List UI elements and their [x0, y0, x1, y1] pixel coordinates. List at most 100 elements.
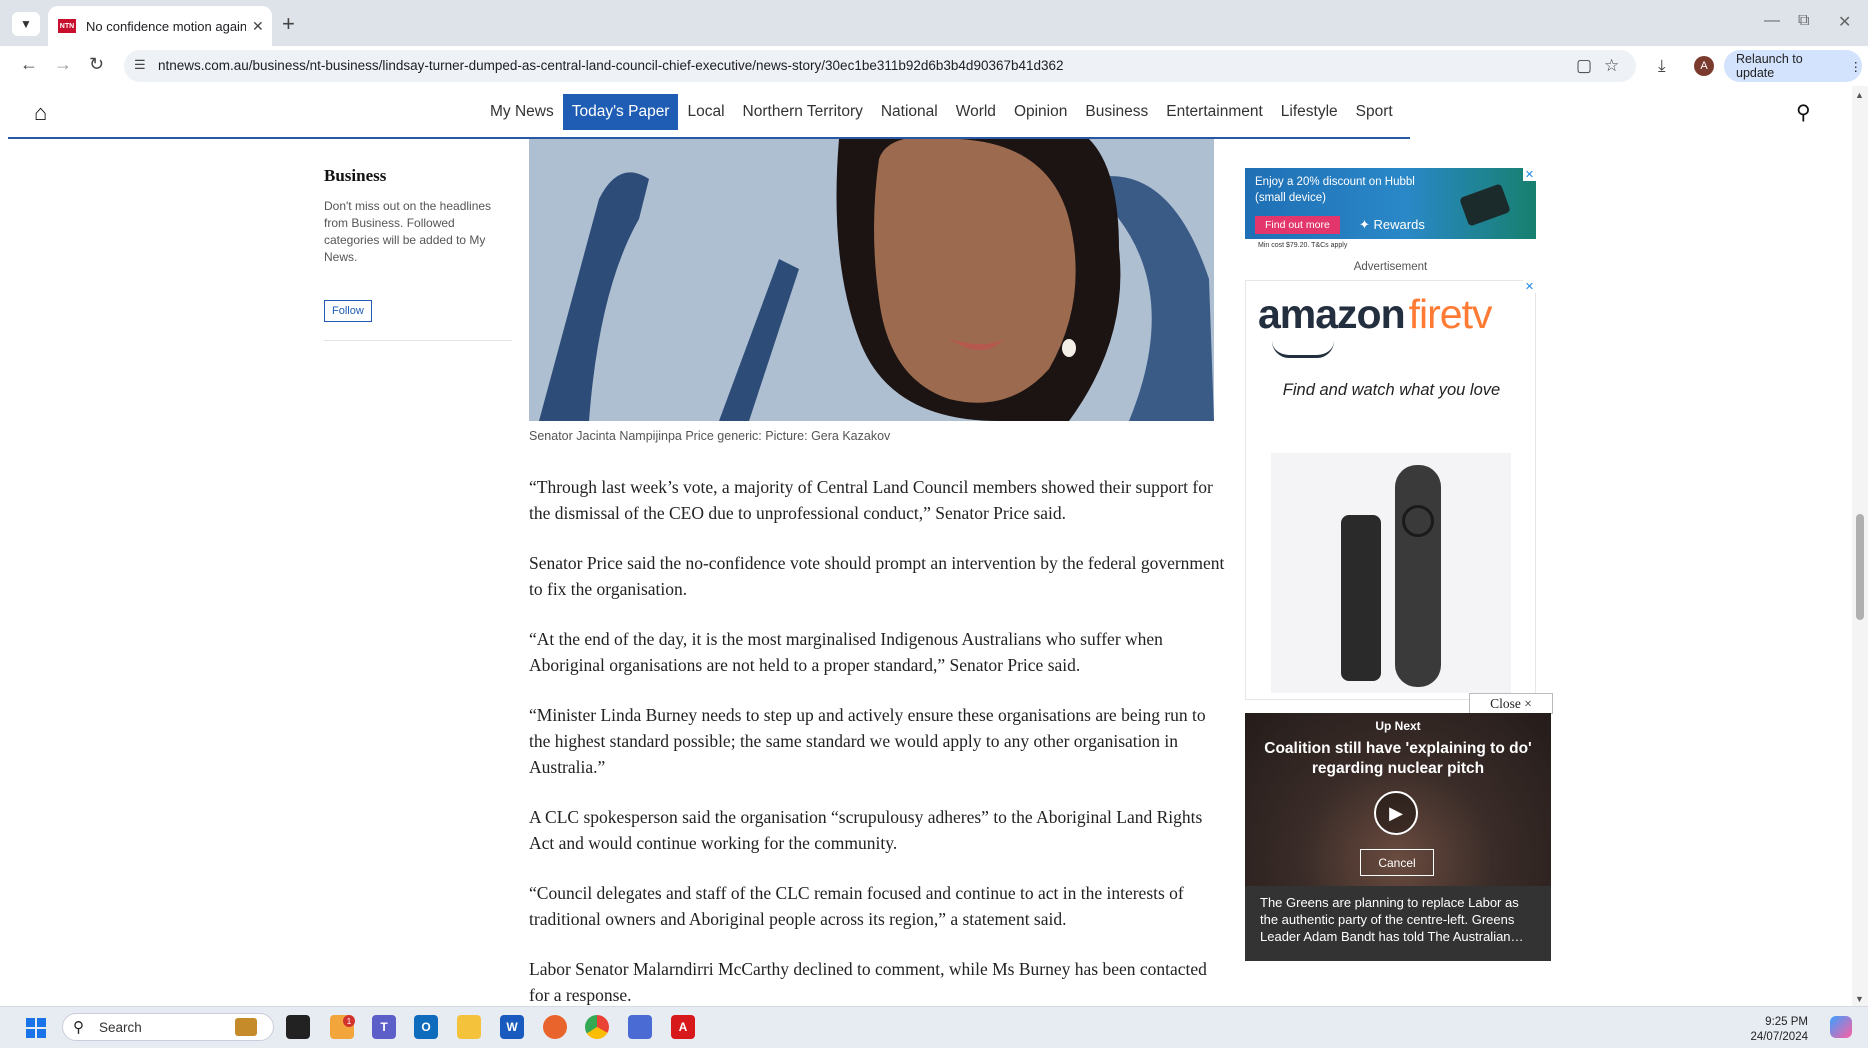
amazon-logo-text: amazon — [1258, 291, 1406, 337]
amazon-ad-close-icon[interactable]: ✕ — [1523, 280, 1536, 293]
restore-icon[interactable]: ⧉ — [1798, 12, 1809, 30]
article-paragraph: “At the end of the day, it is the most m… — [529, 629, 1163, 675]
category-title: Business — [324, 166, 387, 185]
window-close-icon[interactable]: ✕ — [1838, 12, 1851, 32]
site-navigation: ⌂ My News Today's Paper Local Northern Terr… — [0, 86, 1852, 138]
browser-tab-active[interactable]: NTN No confidence motion against l ✕ — [48, 6, 272, 46]
hubbl-find-out-more-button[interactable]: Find out more — [1255, 216, 1340, 234]
address-bar[interactable]: ☰ ntnews.com.au/business/nt-business/lin… — [124, 50, 1636, 82]
hubbl-rewards-text: Rewards — [1373, 217, 1425, 232]
browser-tab-strip: ▼ NTN No confidence motion against l ✕ +… — [0, 0, 1868, 46]
taskbar-search-icon: ⚲ — [73, 1019, 84, 1036]
kebab-menu-icon[interactable]: ⋮ — [1850, 59, 1863, 74]
windows-start-icon[interactable] — [26, 1018, 46, 1038]
back-arrow-icon[interactable]: ← — [20, 54, 38, 75]
video-description: The Greens are planning to replace Labor… — [1245, 886, 1551, 961]
ntnews-favicon-icon: NTN — [58, 19, 76, 33]
article-paragraph: “Council delegates and staff of the CLC … — [529, 883, 1184, 929]
notification-badge: 1 — [343, 1015, 355, 1027]
nav-item-lifestyle[interactable]: Lifestyle — [1272, 94, 1347, 130]
relaunch-to-update-button[interactable]: Relaunch to update ⋮ — [1724, 50, 1862, 82]
sidebar-divider — [324, 340, 512, 341]
relaunch-label: Relaunch to update — [1736, 52, 1803, 80]
firetv-stick-icon — [1341, 515, 1381, 681]
reload-icon[interactable]: ↻ — [89, 54, 104, 75]
scroll-down-arrow-icon[interactable]: ▼ — [1855, 994, 1864, 1004]
hubbl-rewards-label: ✦ Rewards — [1359, 217, 1425, 233]
task-view-icon[interactable] — [286, 1015, 310, 1039]
nav-item-today-s-paper[interactable]: Today's Paper — [562, 94, 679, 130]
minimize-icon[interactable]: — — [1764, 12, 1780, 30]
file-explorer-icon[interactable] — [457, 1015, 481, 1039]
nav-item-business[interactable]: Business — [1076, 94, 1157, 130]
follow-category-panel: Business Don't miss out on the headlines… — [324, 166, 514, 341]
rewards-star-icon: ✦ — [1359, 217, 1370, 232]
video-close-button[interactable]: Close × — [1469, 693, 1553, 714]
firetv-stick-image — [1271, 453, 1511, 693]
nav-item-my-news[interactable]: My News — [481, 94, 563, 130]
copilot-icon[interactable] — [1830, 1016, 1852, 1038]
site-info-icon[interactable]: ☰ — [134, 57, 146, 73]
page-scrollbar[interactable]: ▲ ▼ — [1852, 86, 1868, 1006]
taskbar-search-box[interactable]: ⚲ Search — [62, 1013, 274, 1041]
forward-arrow-icon[interactable]: → — [54, 54, 72, 75]
article-paragraph: “Through last week’s vote, a majority of… — [529, 477, 1213, 523]
ad-close-icon[interactable]: ✕ — [1523, 168, 1536, 181]
up-next-label: Up Next — [1375, 719, 1421, 733]
word-icon[interactable]: W — [500, 1015, 524, 1039]
snipping-tool-icon[interactable] — [543, 1015, 567, 1039]
amazon-firetv-logo: amazonfiretv — [1258, 291, 1493, 338]
article-paragraph: “Minister Linda Burney needs to step up … — [529, 705, 1206, 777]
amazon-tagline: Find and watch what you love — [1282, 381, 1501, 399]
hubbl-ad-banner[interactable]: Enjoy a 20% discount on Hubbl (small dev… — [1245, 168, 1536, 239]
nav-item-world[interactable]: World — [947, 94, 1005, 130]
hero-photo — [529, 139, 1214, 421]
article-paragraph: A CLC spokesperson said the organisation… — [529, 807, 1203, 853]
site-nav-items: My News Today's Paper Local Northern Territ… — [481, 94, 1402, 130]
clock-time: 9:25 PM — [1765, 1016, 1808, 1028]
teams-work-icon[interactable] — [628, 1015, 652, 1039]
chrome-icon[interactable] — [585, 1015, 609, 1039]
nav-item-northern-territory[interactable]: Northern Territory — [734, 94, 872, 130]
nav-item-opinion[interactable]: Opinion — [1005, 94, 1076, 130]
nav-item-local[interactable]: Local — [678, 94, 733, 130]
hubbl-fine-print: Min cost $79.20. T&Cs apply — [1258, 242, 1348, 249]
article-body: “Through last week’s vote, a majority of… — [529, 474, 1229, 1032]
tab-close-icon[interactable]: ✕ — [252, 18, 264, 35]
scroll-up-arrow-icon[interactable]: ▲ — [1855, 90, 1864, 100]
scrollbar-thumb[interactable] — [1856, 514, 1864, 620]
amazon-firetv-ad[interactable]: amazonfiretv Find and watch what you lov… — [1245, 280, 1536, 700]
hero-caption: Senator Jacinta Nampijinpa Price generic… — [529, 429, 891, 443]
cancel-autoplay-button[interactable]: Cancel — [1360, 849, 1434, 876]
article-paragraph: Senator Price said the no-confidence vot… — [529, 553, 1225, 599]
download-icon[interactable]: ⤓ — [1658, 56, 1666, 76]
up-next-video-player[interactable]: Up Next Coalition still have 'explaining… — [1245, 713, 1551, 961]
windows-taskbar: ⚲ Search 1 T O W A 9:25 PM 24/07/2024 — [0, 1006, 1868, 1048]
advertisement-label: Advertisement — [1353, 261, 1428, 273]
teams-icon[interactable]: T — [372, 1015, 396, 1039]
home-icon[interactable]: ⌂ — [34, 100, 47, 126]
nav-item-sport[interactable]: Sport — [1347, 94, 1402, 130]
hubbl-device-image — [1459, 183, 1511, 227]
search-highlight-icon — [235, 1018, 257, 1036]
follow-button[interactable]: Follow — [324, 300, 372, 322]
profile-avatar[interactable]: A — [1694, 56, 1714, 76]
outlook-icon[interactable]: O — [414, 1015, 438, 1039]
video-title[interactable]: Coalition still have 'explaining to do' … — [1255, 739, 1541, 779]
tab-search-chevron-icon[interactable]: ▼ — [12, 12, 40, 36]
acrobat-icon[interactable]: A — [671, 1015, 695, 1039]
nav-item-entertainment[interactable]: Entertainment — [1157, 94, 1272, 130]
bookmark-star-icon[interactable]: ☆ — [1604, 56, 1619, 76]
taskbar-search-label: Search — [99, 1020, 142, 1035]
site-search-icon[interactable]: ⚲ — [1796, 100, 1811, 125]
hubbl-ad-text: Enjoy a 20% discount on Hubbl (small dev… — [1255, 176, 1415, 204]
new-tab-plus-icon[interactable]: + — [282, 11, 295, 37]
url-text[interactable]: ntnews.com.au/business/nt-business/linds… — [158, 58, 1064, 73]
firetv-remote-icon — [1395, 465, 1441, 687]
play-icon[interactable]: ▶ — [1374, 791, 1418, 835]
system-clock[interactable]: 9:25 PM 24/07/2024 — [1746, 1015, 1808, 1045]
category-description: Don't miss out on the headlines from Bus… — [324, 199, 492, 264]
install-app-icon[interactable]: ▢ — [1576, 56, 1592, 76]
nav-item-national[interactable]: National — [872, 94, 947, 130]
article-hero-image — [529, 139, 1214, 421]
